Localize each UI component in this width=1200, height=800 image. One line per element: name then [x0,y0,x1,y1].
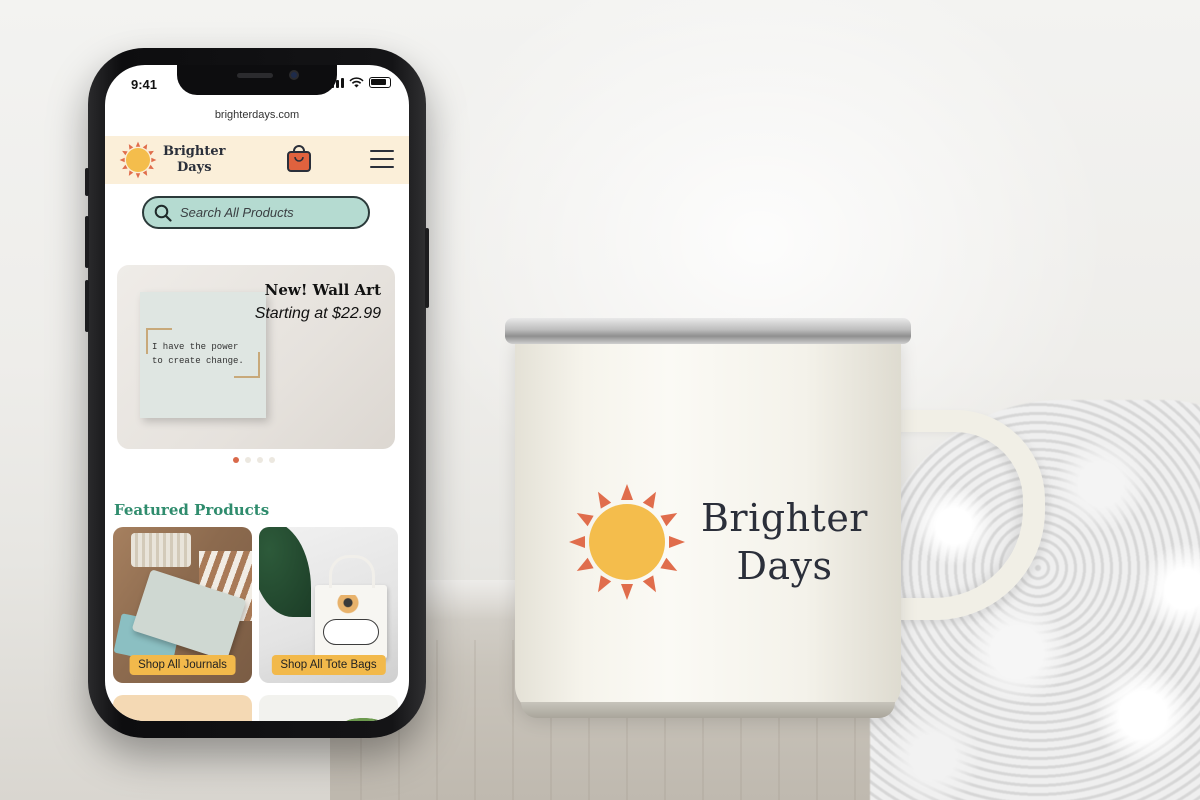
product-card-journals[interactable]: Shop All Journals [113,527,252,683]
volume-up-button [85,216,89,268]
carousel-dot[interactable] [245,457,251,463]
site-header: Brighter Days [105,136,409,184]
art-quote-line2: to create change. [152,356,244,366]
carousel-dot[interactable] [269,457,275,463]
mug-body: Brighter Days [515,332,901,712]
brand-line1: Brighter [163,144,226,159]
mug-rim [505,318,911,344]
search-icon[interactable] [154,204,172,222]
sun-logo-icon [119,141,157,179]
mug-base [521,702,895,718]
tote-cloud-graphic [323,619,379,645]
art-quote: I have the power to create change. [152,340,260,368]
wall-art-print: I have the power to create change. [140,292,266,418]
front-camera [289,70,299,80]
hero-banner[interactable]: I have the power to create change. New! … [117,265,395,449]
mug-brand-name: Brighter Days [701,494,868,590]
menu-line-icon [370,166,394,168]
carousel-dot[interactable] [257,457,263,463]
product-card-tote-bags[interactable]: Shop All Tote Bags [259,527,398,683]
mug-brand-line1: Brighter [701,496,868,540]
phone-screen: 9:41 brighterdays.com Brighter Days Sear… [105,65,409,721]
brand-logo-link[interactable]: Brighter Days [119,141,225,179]
product-card-partial[interactable] [113,695,252,721]
notch [177,65,337,95]
hamburger-menu-button[interactable] [370,150,394,168]
sun-logo-icon [569,484,685,600]
tote-bag-image [315,555,387,659]
carousel-dots [233,457,275,463]
search-bar[interactable] [142,196,370,229]
volume-down-button [85,280,89,332]
art-quote-line1: I have the power [152,342,239,352]
mug-brand-line2: Days [736,544,833,588]
address-bar[interactable]: brighterdays.com [105,109,409,121]
power-button [425,228,429,308]
shop-journals-button[interactable]: Shop All Journals [129,655,236,675]
speaker [237,73,273,78]
mug-logo: Brighter Days [567,482,868,602]
tassel-decor [131,533,191,567]
battery-icon [369,77,391,88]
cart-button[interactable] [286,145,312,173]
mute-switch [85,168,89,196]
enamel-mug: Brighter Days [505,318,1045,718]
shopping-bag-icon [287,145,311,172]
plant-leaf [259,527,311,617]
status-time: 9:41 [131,77,158,92]
brand-line2: Days [176,160,212,175]
shop-tote-bags-button[interactable]: Shop All Tote Bags [271,655,386,675]
tote-illustration [337,595,359,617]
carousel-dot-active[interactable] [233,457,239,463]
wifi-icon [349,77,364,88]
phone-device: 9:41 brighterdays.com Brighter Days Sear… [85,48,429,738]
featured-products-heading: Featured Products [114,501,270,519]
menu-line-icon [370,158,394,160]
brand-name: Brighter Days [163,144,225,176]
product-card-partial[interactable] [259,695,398,721]
menu-line-icon [370,150,394,152]
hero-title: New! Wall Art [264,281,381,299]
search-input[interactable] [180,205,350,220]
hero-subtitle: Starting at $22.99 [254,305,381,322]
